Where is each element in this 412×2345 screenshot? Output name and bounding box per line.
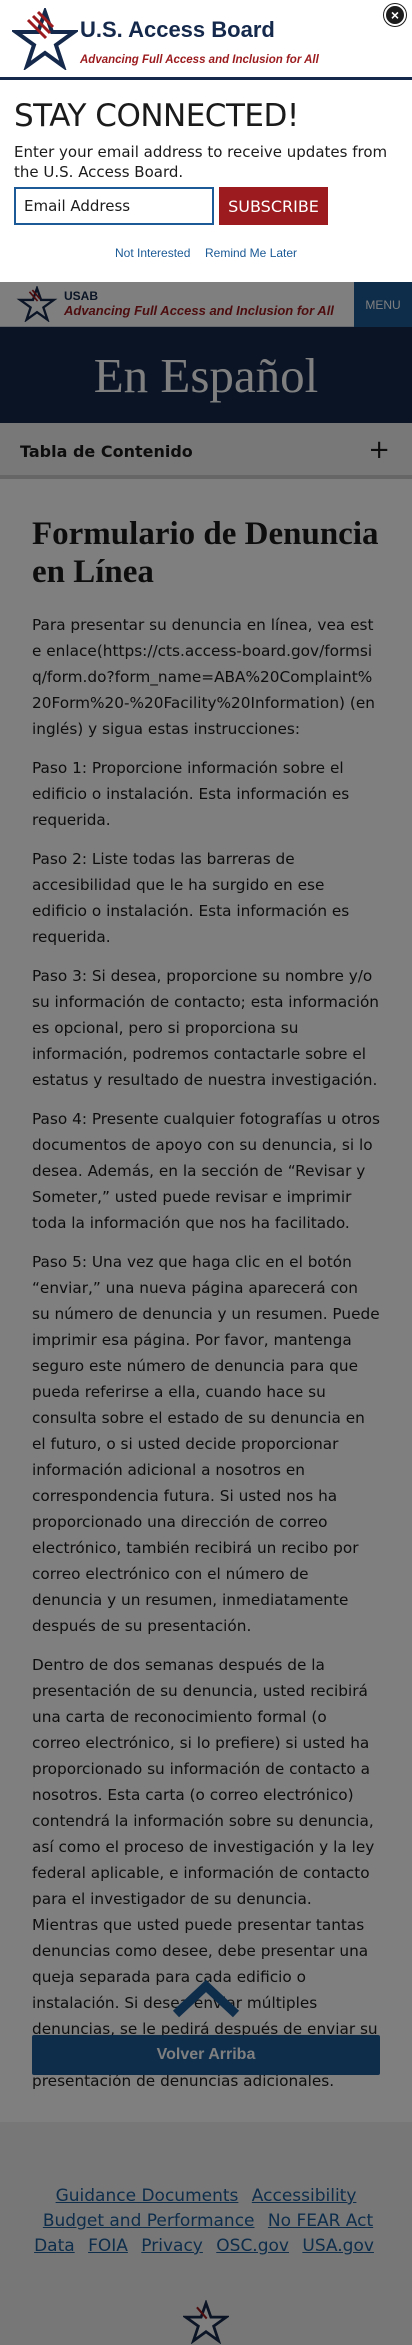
email-input[interactable]: [14, 187, 214, 225]
modal-heading: STAY CONNECTED!: [14, 98, 299, 134]
remind-later-link[interactable]: Remind Me Later: [205, 246, 297, 260]
access-board-logo-icon: [12, 8, 78, 70]
modal-prompt: Enter your email address to receive upda…: [14, 143, 388, 181]
close-icon[interactable]: ×: [384, 4, 406, 26]
not-interested-link[interactable]: Not Interested: [115, 246, 190, 260]
subscribe-modal: U.S. Access Board Advancing Full Access …: [0, 0, 412, 282]
modal-backdrop[interactable]: [0, 282, 412, 2345]
subscribe-button[interactable]: SUBSCRIBE: [219, 187, 328, 225]
brand-tagline: Advancing Full Access and Inclusion for …: [80, 54, 319, 66]
modal-brand-bar: U.S. Access Board Advancing Full Access …: [0, 0, 412, 80]
brand-name: U.S. Access Board: [80, 17, 275, 42]
